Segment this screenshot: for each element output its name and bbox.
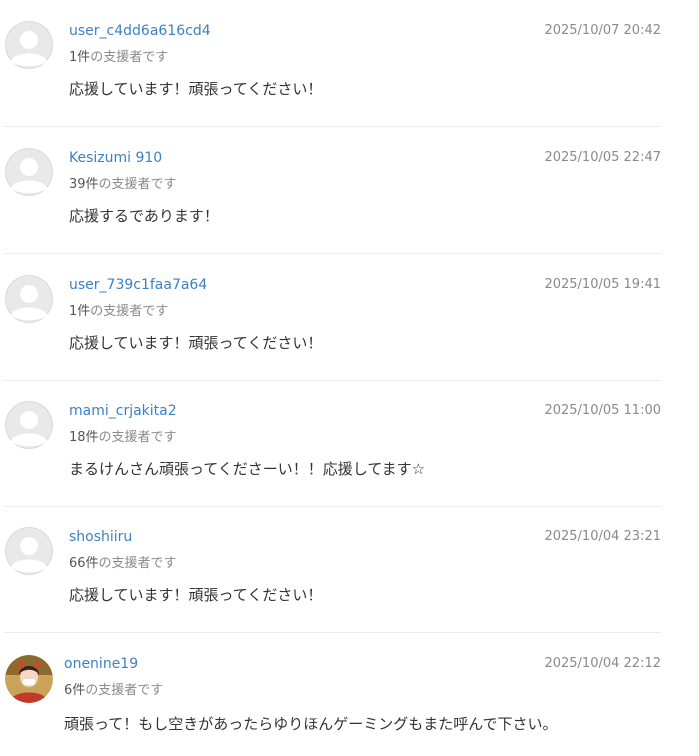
user-photo-avatar-icon[interactable] <box>5 655 53 703</box>
comment-message: 応援しています！頑張ってください！ <box>69 586 323 604</box>
comment-item: Kesizumi 910 39件の支援者です 2025/10/05 22:47 … <box>0 127 661 254</box>
supporter-count-text: 1件の支援者です <box>69 46 168 65</box>
supporter-suffix: の支援者です <box>90 304 169 319</box>
supporter-suffix: の支援者です <box>98 177 177 192</box>
supporter-count: 1件 <box>69 50 91 65</box>
default-avatar-icon[interactable] <box>5 527 53 575</box>
comment-username-link[interactable]: shoshiiru <box>69 529 132 545</box>
comment-timestamp: 2025/10/05 19:41 <box>544 277 661 292</box>
supporter-comment-list: user_c4dd6a616cd4 1件の支援者です 2025/10/07 20… <box>0 0 699 756</box>
comment-timestamp: 2025/10/07 20:42 <box>544 23 661 38</box>
comment-timestamp: 2025/10/05 11:00 <box>544 403 661 418</box>
comment-message: 応援しています！頑張ってください！ <box>69 334 323 352</box>
default-avatar-icon[interactable] <box>5 21 53 69</box>
supporter-count: 66件 <box>69 556 99 571</box>
supporter-count-text: 39件の支援者です <box>69 173 177 192</box>
comment-item: mami_crjakita2 18件の支援者です 2025/10/05 11:0… <box>0 380 661 507</box>
comment-item: onenine19 6件の支援者です 2025/10/04 22:12 頑張って… <box>0 633 661 756</box>
comment-timestamp: 2025/10/04 23:21 <box>544 529 661 544</box>
supporter-count: 1件 <box>69 304 91 319</box>
supporter-suffix: の支援者です <box>90 50 169 65</box>
comment-username-link[interactable]: onenine19 <box>64 656 138 672</box>
comment-item: user_c4dd6a616cd4 1件の支援者です 2025/10/07 20… <box>0 0 661 127</box>
supporter-count: 6件 <box>64 683 86 698</box>
default-avatar-icon[interactable] <box>5 401 53 449</box>
comment-username-link[interactable]: Kesizumi 910 <box>69 150 162 166</box>
supporter-count-text: 1件の支援者です <box>69 300 168 319</box>
supporter-count: 18件 <box>69 430 99 445</box>
supporter-suffix: の支援者です <box>98 430 177 445</box>
comment-item: shoshiiru 66件の支援者です 2025/10/04 23:21 応援し… <box>0 506 661 633</box>
supporter-count-text: 66件の支援者です <box>69 552 177 571</box>
comment-message: まるけんさん頑張ってくださーい！！応援してます☆ <box>69 460 426 478</box>
comment-timestamp: 2025/10/04 22:12 <box>544 656 661 671</box>
comment-message: 応援しています！頑張ってください！ <box>69 80 323 98</box>
default-avatar-icon[interactable] <box>5 148 53 196</box>
comment-username-link[interactable]: mami_crjakita2 <box>69 403 177 419</box>
supporter-count-text: 18件の支援者です <box>69 426 177 445</box>
supporter-suffix: の支援者です <box>98 556 177 571</box>
comment-message: 頑張って！もし空きがあったらゆりほんゲーミングもまた呼んで下さい。 <box>64 715 558 733</box>
comment-timestamp: 2025/10/05 22:47 <box>544 150 661 165</box>
comment-username-link[interactable]: user_c4dd6a616cd4 <box>69 23 211 39</box>
comment-item: user_739c1faa7a64 1件の支援者です 2025/10/05 19… <box>0 254 661 381</box>
default-avatar-icon[interactable] <box>5 275 53 323</box>
comment-message: 応援するであります！ <box>69 207 219 225</box>
comment-username-link[interactable]: user_739c1faa7a64 <box>69 277 207 293</box>
supporter-suffix: の支援者です <box>85 683 164 698</box>
supporter-count: 39件 <box>69 177 99 192</box>
supporter-count-text: 6件の支援者です <box>64 679 163 698</box>
